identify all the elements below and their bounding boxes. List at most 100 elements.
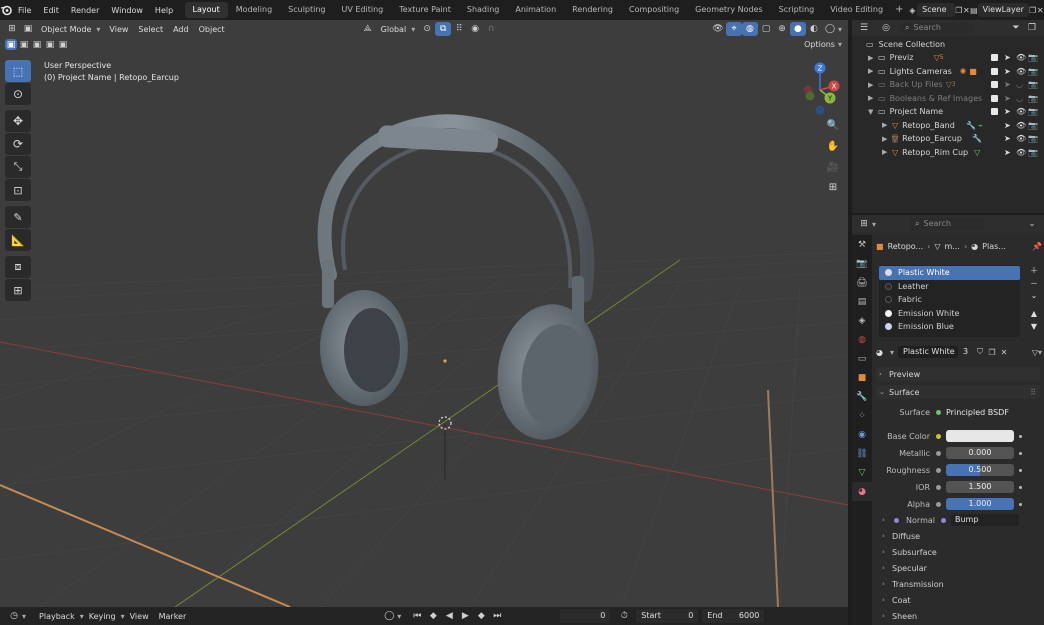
select-arrow-icon[interactable]: ➤ — [1004, 80, 1016, 89]
play-reverse-icon[interactable]: ◀ — [441, 609, 457, 623]
add-primitive-tool[interactable]: ⊞ — [5, 279, 31, 301]
pin-icon[interactable]: 📌 — [1032, 242, 1042, 251]
menu-select[interactable]: Select — [133, 25, 168, 34]
preview-panel-header[interactable]: › Preview — [876, 367, 1040, 381]
current-frame-field[interactable]: 0 — [560, 609, 611, 623]
snap-icon[interactable]: ⧉ — [435, 22, 452, 36]
jump-end-icon[interactable]: ⏭ — [489, 609, 505, 623]
render-camera-icon[interactable]: 📷 — [1028, 148, 1040, 157]
new-collection-icon[interactable]: ❐ — [1024, 21, 1040, 35]
specular-subpanel[interactable]: › Specular — [882, 561, 1040, 575]
xray-toggle-icon[interactable]: ▢ — [758, 22, 774, 36]
tool-tab-icon[interactable]: ⚒ — [852, 235, 872, 254]
outliner-row-back-up-files[interactable]: ▶ ▭ Back Up Files ▽ 3 ➤ ◡ 📷 — [852, 78, 1044, 91]
chevron-right-icon[interactable]: › — [882, 516, 890, 524]
camera-view-icon[interactable]: 🎥 — [824, 158, 842, 176]
object-tab-icon[interactable]: ■ — [852, 368, 872, 387]
render-camera-icon[interactable]: 📷 — [1028, 53, 1040, 62]
rotate-tool[interactable]: ⟳ — [5, 133, 31, 155]
add-cube-tool[interactable]: ⧈ — [5, 256, 31, 278]
exclude-checkbox[interactable] — [991, 81, 998, 88]
eye-closed-icon[interactable]: ◡ — [1016, 80, 1028, 89]
scene-collection-row[interactable]: ▭ Scene Collection — [852, 38, 1044, 51]
fake-user-shield-icon[interactable]: ⛉ — [974, 347, 986, 357]
play-icon[interactable]: ▶ — [457, 609, 473, 623]
blender-logo-icon[interactable] — [0, 4, 12, 16]
tab-sculpting[interactable]: Sculpting — [280, 2, 333, 18]
tab-shading[interactable]: Shading — [459, 2, 508, 18]
material-slot-fabric[interactable]: Fabric — [879, 293, 1020, 307]
transmission-subpanel[interactable]: › Transmission — [882, 577, 1040, 591]
keyframe-dot-icon[interactable] — [1019, 451, 1022, 455]
material-slot-leather[interactable]: Leather — [879, 280, 1020, 294]
proportional-edit-icon[interactable]: ◉ — [467, 22, 483, 36]
keyframe-dot-icon[interactable] — [1019, 485, 1022, 489]
slot-menu-icon[interactable]: ⌄ — [1028, 291, 1040, 305]
alpha-field[interactable]: 1.000 — [946, 498, 1014, 510]
remove-slot-button[interactable]: － — [1028, 278, 1040, 291]
data-tab-icon[interactable]: ▽ — [852, 463, 872, 482]
transform-tool[interactable]: ⊡ — [5, 179, 31, 201]
add-workspace-button[interactable]: + — [891, 2, 907, 18]
collection-tab-icon[interactable]: ▭ — [852, 349, 872, 368]
tab-layout[interactable]: Layout — [184, 2, 228, 18]
menu-timeline-view[interactable]: View — [125, 612, 154, 621]
delete-view-layer-icon[interactable]: ✕ — [1036, 6, 1044, 15]
gizmo-toggle-icon[interactable]: ⌖ — [725, 22, 742, 36]
properties-editor-icon[interactable]: ⊞ — [856, 217, 872, 231]
sheen-subpanel[interactable]: › Sheen — [882, 609, 1040, 623]
outliner-row-retopo-earcup[interactable]: ▶ ▽ Retopo_Earcup 🔧 ➤ 👁 📷 — [852, 132, 1044, 145]
render-camera-icon[interactable]: 📷 — [1028, 67, 1040, 76]
start-frame-field[interactable]: Start 0 — [636, 609, 699, 623]
scene-icon[interactable]: ◈ — [907, 6, 917, 15]
eye-icon[interactable]: 👁 — [1016, 134, 1028, 143]
chevron-right-icon[interactable]: ▶ — [882, 148, 892, 156]
move-tool[interactable]: ✥ — [5, 110, 31, 132]
outliner-row-project-name[interactable]: ▼ ▭ Project Name ➤ 👁 📷 — [852, 105, 1044, 118]
exclude-checkbox[interactable] — [991, 108, 998, 115]
unlink-material-icon[interactable]: ✕ — [998, 348, 1010, 357]
ior-field[interactable]: 1.500 — [946, 481, 1014, 493]
annotate-tool[interactable]: ✎ — [5, 206, 31, 228]
eye-closed-icon[interactable]: ◡ — [1016, 94, 1028, 103]
eye-icon[interactable]: 👁 — [1016, 107, 1028, 116]
axis-gizmo[interactable]: Z X Y — [798, 60, 842, 120]
select-extend-icon[interactable]: ▣ — [18, 39, 30, 50]
menu-keying[interactable]: Keying — [84, 612, 121, 621]
material-slot-emission-blue[interactable]: Emission Blue — [879, 320, 1020, 334]
menu-marker[interactable]: Marker — [154, 612, 192, 621]
chevron-right-icon[interactable]: ▶ — [868, 94, 878, 102]
roughness-field[interactable]: 0.500 — [946, 464, 1014, 476]
material-shading-icon[interactable]: ◐ — [806, 22, 822, 36]
jump-start-icon[interactable]: ⏮ — [409, 609, 425, 623]
material-slot-plastic-white[interactable]: Plastic White — [879, 266, 1020, 280]
surface-panel-header[interactable]: ⌄ Surface ⠿ — [876, 385, 1040, 399]
user-count-badge[interactable]: 3 — [960, 346, 974, 358]
navigation-gizmo[interactable]: Z X Y — [798, 60, 842, 120]
zoom-icon[interactable]: 🔍 — [824, 116, 842, 134]
tab-texture-paint[interactable]: Texture Paint — [391, 2, 459, 18]
drag-handle-icon[interactable]: ⠿ — [1030, 388, 1036, 397]
add-slot-button[interactable]: ＋ — [1028, 265, 1040, 278]
chevron-right-icon[interactable]: ▶ — [868, 54, 878, 62]
exclude-checkbox[interactable] — [991, 54, 998, 61]
select-box-tool[interactable]: ⬚ — [5, 60, 31, 82]
particles-tab-icon[interactable]: ⁘ — [852, 406, 872, 425]
timeline-editor-icon[interactable]: ◷ — [6, 609, 22, 623]
outliner-row-retopo-rim-cup[interactable]: ▶ ▽ Retopo_Rim Cup ▽ ➤ 👁 📷 — [852, 146, 1044, 159]
record-icon[interactable]: ◯ — [381, 609, 397, 623]
new-view-layer-icon[interactable]: ❐ — [1029, 6, 1037, 15]
overlay-toggle-icon[interactable]: ◍ — [741, 22, 758, 36]
eye-icon[interactable]: 👁 — [1016, 53, 1028, 62]
select-new-icon[interactable]: ▣ — [5, 39, 17, 50]
eye-icon[interactable]: 👁 — [1016, 148, 1028, 157]
3d-viewport[interactable]: ⊞ ▣ Object Mode ▾ View Select Add Object… — [0, 20, 848, 607]
base-color-swatch[interactable] — [946, 430, 1014, 442]
tab-uv-editing[interactable]: UV Editing — [334, 2, 392, 18]
snap-target-icon[interactable]: ⠿ — [451, 22, 467, 36]
select-subtract-icon[interactable]: ▣ — [31, 39, 43, 50]
select-arrow-icon[interactable]: ➤ — [1004, 53, 1016, 62]
menu-playback[interactable]: Playback — [34, 612, 80, 621]
constraints-tab-icon[interactable]: ⛓ — [852, 444, 872, 463]
view-layer-field[interactable]: ViewLayer — [977, 3, 1029, 17]
